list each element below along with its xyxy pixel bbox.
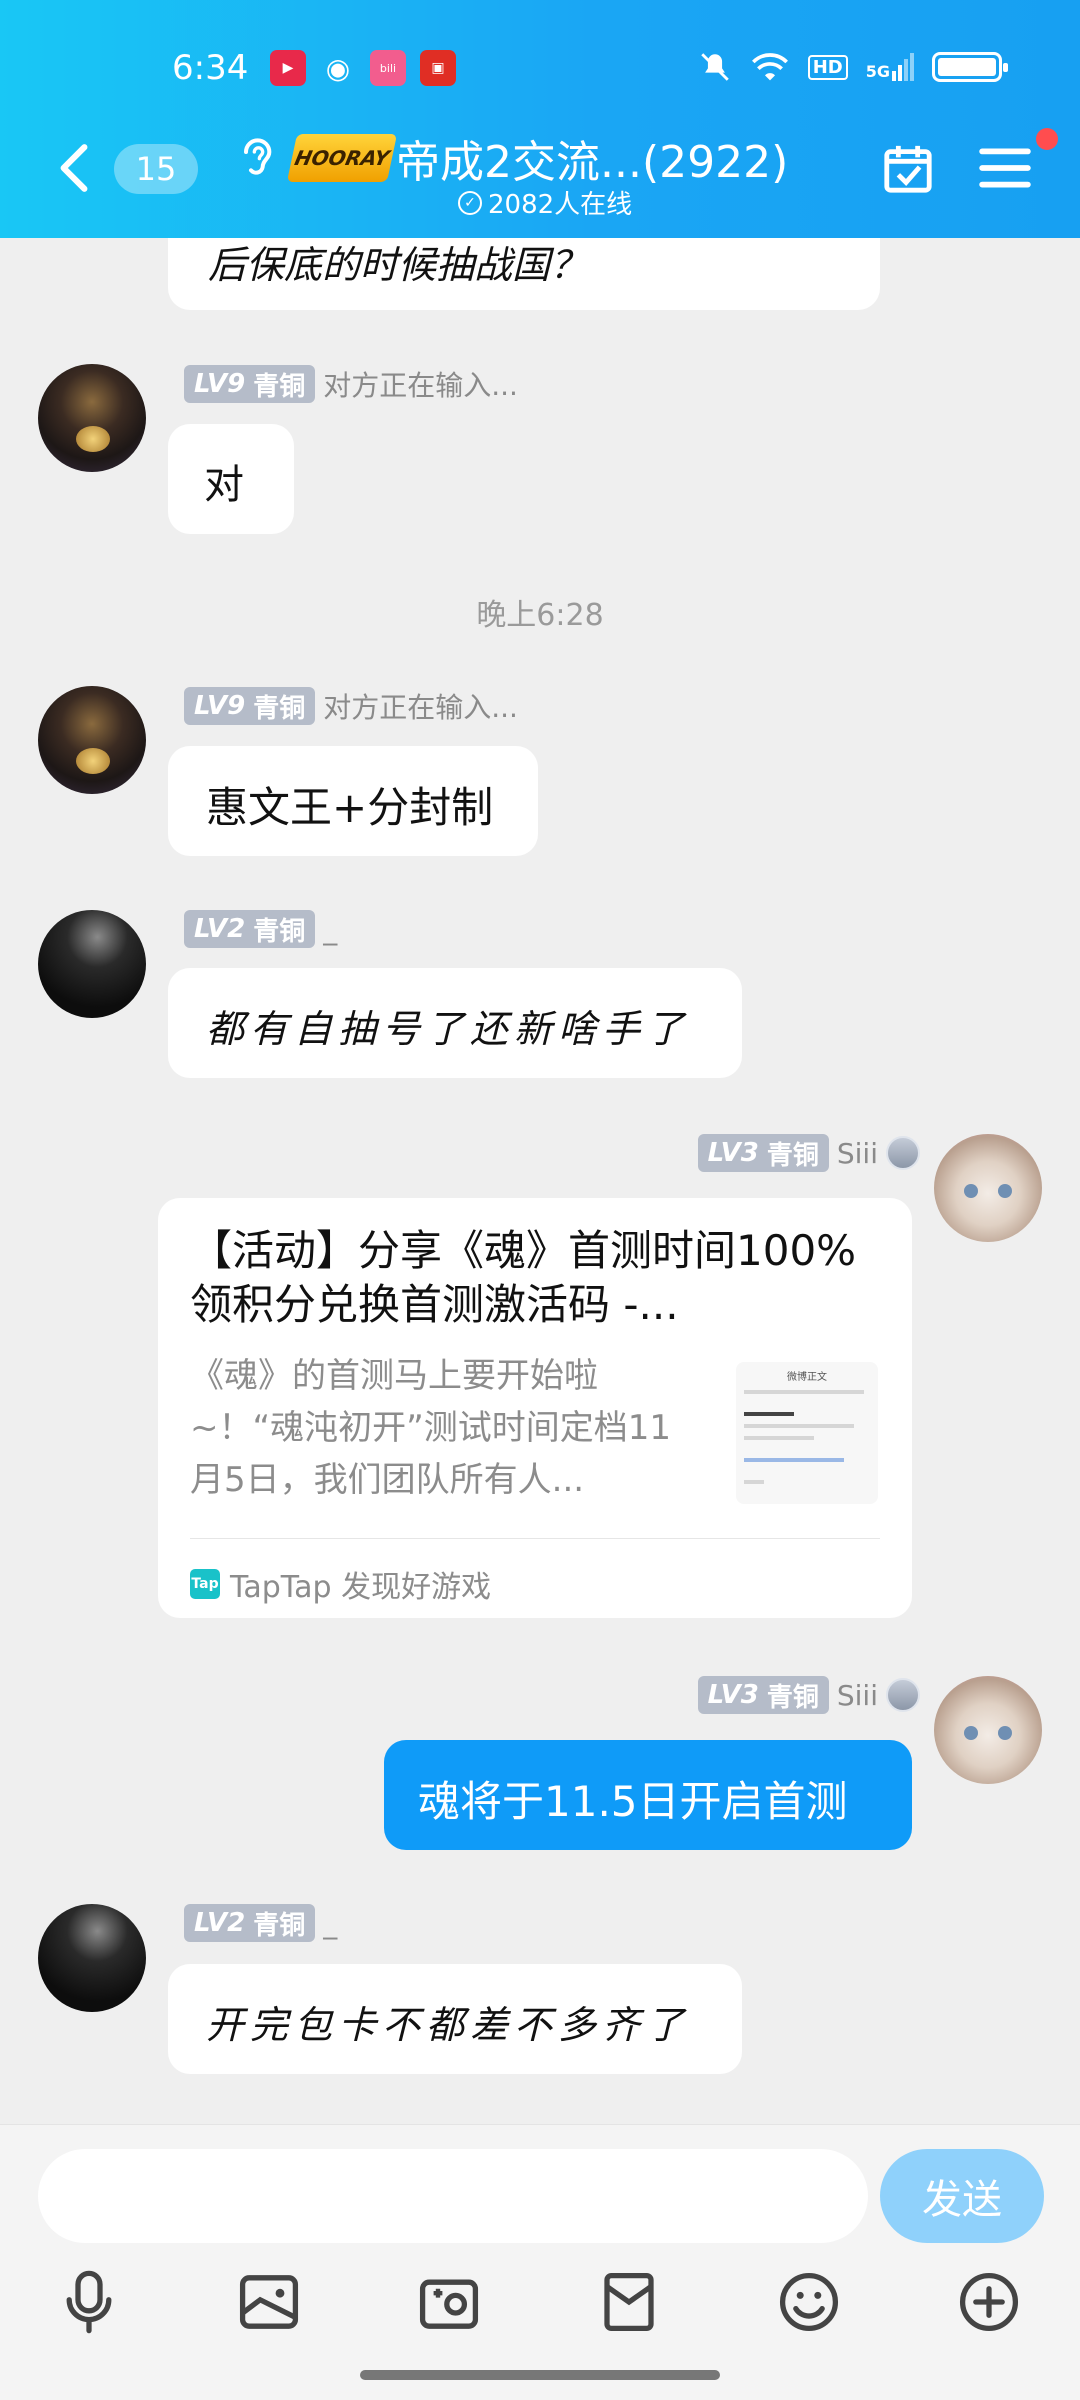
- message-sender: LV9 青铜 对方正在输入...: [184, 686, 518, 726]
- input-area: 发送: [0, 2124, 1080, 2400]
- microphone-icon[interactable]: [56, 2269, 122, 2335]
- bilibili-icon: bili: [370, 50, 406, 86]
- header: 6:34 ▶ ◉ bili ▣ HD 5G 15 HOORAY 帝成2交流...…: [0, 0, 1080, 238]
- level-badge: LV9 青铜: [184, 365, 316, 403]
- message-bubble[interactable]: 都有自抽号了还新啥手了: [168, 968, 742, 1078]
- avatar[interactable]: [38, 686, 146, 794]
- system-icons: HD 5G: [698, 50, 1008, 84]
- message-text: 惠文王+分封制: [206, 783, 494, 832]
- message-text: 后保底的时候抽战国？: [208, 243, 589, 287]
- sender-name: Siii: [836, 1136, 878, 1170]
- red-packet-icon[interactable]: [596, 2269, 662, 2335]
- level-badge: LV3 青铜: [697, 1134, 829, 1172]
- message-bubble[interactable]: 惠文王+分封制: [168, 746, 538, 856]
- chat-messages[interactable]: 后保底的时候抽战国？ LV9 青铜 对方正在输入... 对 晚上6:28 LV9 青…: [0, 238, 1080, 2124]
- message-text: 魂将于11.5日开启首测: [418, 1777, 848, 1826]
- wifi-icon: [751, 53, 788, 81]
- status-bar: 6:34 ▶ ◉ bili ▣ HD 5G: [0, 40, 1080, 100]
- image-icon[interactable]: [236, 2269, 302, 2335]
- message-text: 对: [204, 462, 244, 508]
- message-sender: LV9 青铜 对方正在输入...: [184, 364, 518, 404]
- message-text: 都有自抽号了还新啥手了: [206, 1007, 691, 1051]
- battery-icon: [932, 52, 1008, 82]
- thumbnail-heading: 微博正文: [787, 1372, 827, 1383]
- taptap-icon: Tap: [190, 1569, 220, 1599]
- level-badge: LV3 青铜: [697, 1676, 829, 1714]
- sender-name: _: [323, 1906, 338, 1940]
- shield-badge-icon: [886, 1678, 920, 1712]
- 5g-signal-icon: 5G: [866, 53, 914, 81]
- message-bubble[interactable]: 后保底的时候抽战国？: [168, 238, 880, 310]
- message-sender: LV3 青铜 Siii: [697, 1134, 920, 1172]
- camera-icon[interactable]: [416, 2269, 482, 2335]
- message-text: 开完包卡不都差不多齐了: [206, 2003, 691, 2047]
- sender-name: Siii: [836, 1678, 878, 1712]
- shopping-icon: ▣: [420, 50, 456, 86]
- send-button[interactable]: 发送: [880, 2149, 1044, 2243]
- input-toolbar: [0, 2259, 1080, 2343]
- status-time: 6:34: [172, 48, 249, 88]
- shield-badge-icon: [886, 1136, 920, 1170]
- card-thumbnail: 微博正文: [736, 1362, 878, 1504]
- level-badge: LV2 青铜: [184, 1904, 316, 1942]
- avatar[interactable]: [38, 910, 146, 1018]
- back-icon[interactable]: [56, 142, 92, 194]
- plus-icon[interactable]: [956, 2269, 1022, 2335]
- sender-name: 对方正在输入...: [323, 369, 518, 402]
- online-count: ✓ 2082人在线: [458, 184, 632, 221]
- sender-name: _: [323, 912, 338, 946]
- level-badge: LV9 青铜: [184, 687, 316, 725]
- message-sender: LV2 青铜 _: [184, 910, 337, 948]
- mute-icon: [700, 53, 729, 81]
- avatar[interactable]: [38, 1904, 146, 2012]
- video-app-icon: ▶: [270, 50, 306, 86]
- message-sender: LV2 青铜 _: [184, 1904, 337, 1942]
- time-separator: 晚上6:28: [476, 598, 604, 633]
- sender-name: 对方正在输入...: [323, 691, 518, 724]
- emoji-icon[interactable]: [776, 2269, 842, 2335]
- card-source: Tap TapTap 发现好游戏: [190, 1569, 492, 1605]
- notification-icons: ▶ ◉ bili ▣: [270, 50, 456, 86]
- notification-dot: [1036, 128, 1058, 150]
- message-bubble[interactable]: 魂将于11.5日开启首测: [384, 1740, 912, 1850]
- calendar-check-icon[interactable]: [880, 142, 936, 196]
- message-bubble[interactable]: 对: [168, 424, 294, 534]
- card-description: 《魂》的首测马上要开始啦~！“魂沌初开”测试时间定档11月5日，我们团队所有人.…: [190, 1356, 671, 1500]
- avatar[interactable]: [934, 1134, 1042, 1242]
- card-title: 【活动】分享《魂》首测时间100%领积分兑换首测激活码 -...: [190, 1226, 857, 1329]
- message-bubble[interactable]: 开完包卡不都差不多齐了: [168, 1964, 742, 2074]
- weibo-icon: ◉: [325, 51, 351, 85]
- ear-icon[interactable]: [236, 132, 276, 182]
- home-indicator[interactable]: [360, 2370, 720, 2380]
- share-card[interactable]: 【活动】分享《魂》首测时间100%领积分兑换首测激活码 -... 《魂》的首测马…: [158, 1198, 912, 1618]
- menu-icon[interactable]: [978, 144, 1032, 192]
- avatar[interactable]: [38, 364, 146, 472]
- chat-nav-bar: 15 HOORAY 帝成2交流...(2922) ✓ 2082人在线: [0, 120, 1080, 220]
- group-title[interactable]: 帝成2交流...(2922): [396, 126, 788, 190]
- level-badge: LV2 青铜: [184, 910, 316, 948]
- unread-badge[interactable]: 15: [114, 144, 198, 194]
- group-logo: HOORAY: [286, 134, 398, 182]
- message-input[interactable]: [38, 2149, 868, 2243]
- check-circle-icon: ✓: [458, 190, 482, 215]
- message-sender: LV3 青铜 Siii: [697, 1676, 920, 1714]
- hd-icon: HD: [807, 54, 848, 80]
- avatar[interactable]: [934, 1676, 1042, 1784]
